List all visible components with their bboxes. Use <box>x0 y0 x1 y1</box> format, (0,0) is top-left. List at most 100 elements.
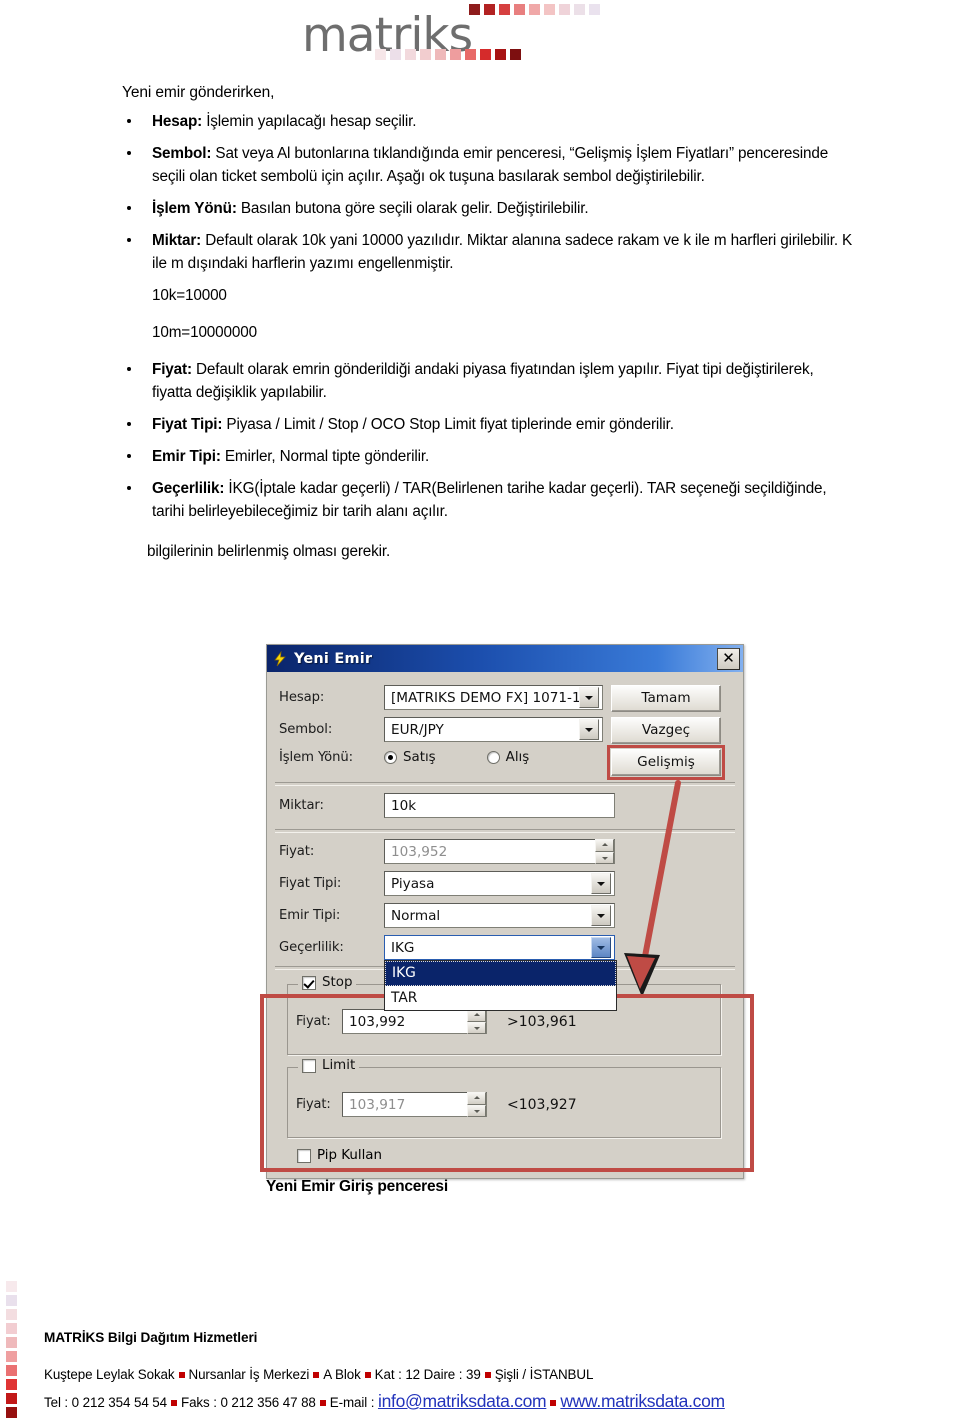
separator-square <box>484 1371 491 1378</box>
advanced-button[interactable]: Gelişmiş <box>607 745 725 780</box>
emir-tipi-value: Normal <box>391 907 441 924</box>
spin-down-icon[interactable] <box>467 1021 486 1034</box>
chevron-down-icon[interactable] <box>579 719 599 740</box>
separator-square <box>313 1371 320 1378</box>
miktar-input[interactable]: 10k <box>384 793 615 818</box>
radio-satis-label: Satış <box>403 750 436 765</box>
bullet-item: Sembol: Sat veya Al butonlarına tıklandı… <box>0 142 960 188</box>
stop-fiyat-row: Fiyat: 103,992 >103,961 <box>296 1009 577 1034</box>
separator-square <box>178 1371 185 1378</box>
address-part: Şişli / İSTANBUL <box>494 1367 594 1382</box>
bullet-term: Sembol: <box>152 145 212 162</box>
dialog-titlebar[interactable]: Yeni Emir ✕ <box>267 645 743 672</box>
emir-tipi-combobox[interactable]: Normal <box>384 903 615 928</box>
miktar-label: Miktar: <box>279 798 324 813</box>
stop-comparison: >103,961 <box>507 1013 577 1030</box>
limit-comparison: <103,927 <box>507 1096 577 1113</box>
pip-kullan-checkbox[interactable] <box>297 1148 311 1163</box>
logo-pixel <box>450 49 461 60</box>
dialog-title: Yeni Emir <box>294 650 373 667</box>
gecerlilik-label: Geçerlilik: <box>279 940 344 955</box>
figure-caption: Yeni Emir Giriş penceresi <box>266 1178 448 1195</box>
dropdown-option[interactable]: IKG <box>385 961 616 986</box>
logo-pixel <box>420 49 431 60</box>
bullet-term: Fiyat Tipi: <box>152 416 223 433</box>
emir-tipi-label: Emir Tipi: <box>279 908 341 923</box>
separator-square <box>319 1399 326 1406</box>
bullet-text: Sat veya Al butonlarına tıklandığında em… <box>152 145 829 185</box>
footer-pixel <box>6 1365 17 1376</box>
footer-address: Kuştepe Leylak Sokak Nursanlar İş Merkezi… <box>44 1367 954 1382</box>
fiyat-spinner[interactable]: 103,952 <box>384 839 615 864</box>
gecerlilik-dropdown-list[interactable]: IKG TAR <box>384 960 617 1011</box>
footer-pixel <box>6 1393 17 1404</box>
logo-pixel <box>510 49 521 60</box>
stop-label: Stop <box>322 975 353 990</box>
radio-satis[interactable] <box>384 751 397 764</box>
chevron-down-icon[interactable] <box>579 687 599 708</box>
limit-spin-buttons[interactable] <box>467 1092 486 1117</box>
bullet-term: Geçerlilik: <box>152 480 225 497</box>
bullet-item: Geçerlilik: İKG(İptale kadar geçerli) / … <box>0 477 960 523</box>
bullet-term: Fiyat: <box>152 361 192 378</box>
stop-spin-buttons[interactable] <box>467 1009 486 1034</box>
ok-button[interactable]: Tamam <box>611 685 721 712</box>
logo-wordmark: matriks <box>302 8 473 63</box>
stop-fiyat-spinner[interactable]: 103,992 <box>342 1009 487 1034</box>
limit-checkbox[interactable] <box>302 1058 316 1073</box>
gecerlilik-value: IKG <box>391 939 415 956</box>
annotation-red-arrow <box>596 775 776 1005</box>
islem-yonu-row: İşlem Yönü: Satış Alış <box>279 750 609 765</box>
bullet-item: Hesap: İşlemin yapılacağı hesap seçilir. <box>0 110 960 133</box>
fiyat-tipi-combobox[interactable]: Piyasa <box>384 871 615 896</box>
gecerlilik-combobox[interactable]: IKG <box>384 935 615 960</box>
stop-fiyat-label: Fiyat: <box>296 1014 331 1029</box>
logo-pixel <box>589 4 600 15</box>
stop-checkbox[interactable] <box>302 975 316 990</box>
footer-pixel <box>6 1337 17 1348</box>
fiyat-value: 103,952 <box>391 843 448 860</box>
footer-faks: Faks : 0 212 356 47 88 <box>180 1395 316 1410</box>
bullet-text: İKG(İptale kadar geçerli) / TAR(Belirlen… <box>152 480 827 520</box>
bullet-list: Hesap: İşlemin yapılacağı hesap seçilir.… <box>0 110 960 532</box>
footer-email-link[interactable]: info@matriksdata.com <box>378 1391 547 1411</box>
bullet-term: Emir Tipi: <box>152 448 221 465</box>
spin-up-icon[interactable] <box>467 1092 486 1105</box>
logo-pixel <box>405 49 416 60</box>
footer-pixel <box>6 1295 17 1306</box>
footer-pixel <box>6 1351 17 1362</box>
footer-pixel <box>6 1407 17 1418</box>
closing-paragraph: bilgilerinin belirlenmiş olması gerekir. <box>147 543 391 560</box>
bullet-text: 10k=10000 <box>152 287 227 304</box>
footer-tel: Tel : 0 212 354 54 54 <box>44 1395 167 1410</box>
fiyat-tipi-label: Fiyat Tipi: <box>279 876 342 891</box>
plain-item: 10k=10000 <box>0 284 960 307</box>
page-footer: MATRİKS Bilgi Dağıtım Hizmetleri Kuştepe… <box>44 1330 954 1412</box>
bullet-text: Basılan butona göre seçili olarak gelir.… <box>236 200 589 217</box>
limit-fiyat-row: Fiyat: 103,917 <103,927 <box>296 1092 577 1117</box>
sembol-label: Sembol: <box>279 722 333 737</box>
dropdown-option[interactable]: TAR <box>385 986 616 1010</box>
footer-pixel <box>6 1309 17 1320</box>
bullet-item: Fiyat: Default olarak emrin gönderildiği… <box>0 358 960 404</box>
close-icon[interactable]: ✕ <box>717 648 740 670</box>
spin-down-icon[interactable] <box>467 1104 486 1117</box>
pip-kullan-row[interactable]: Pip Kullan <box>297 1148 382 1163</box>
cancel-button[interactable]: Vazgeç <box>611 717 721 744</box>
radio-alis-label: Alış <box>505 750 530 765</box>
footer-company: MATRİKS Bilgi Dağıtım Hizmetleri <box>44 1330 258 1345</box>
logo-pixel <box>514 4 525 15</box>
separator-square <box>550 1399 557 1406</box>
bullet-text: Emirler, Normal tipte gönderilir. <box>220 448 430 465</box>
limit-fiyat-spinner[interactable]: 103,917 <box>342 1092 487 1117</box>
address-part: Kat : 12 Daire : 39 <box>374 1367 481 1382</box>
sembol-combobox[interactable]: EUR/JPY <box>384 717 603 742</box>
lightning-bolt-icon <box>272 650 288 667</box>
footer-pixel <box>6 1323 17 1334</box>
radio-alis[interactable] <box>486 751 500 764</box>
hesap-combobox[interactable]: [MATRIKS DEMO FX] 1071-10: <box>384 685 603 710</box>
footer-email-label: E-mail : <box>329 1395 378 1410</box>
logo-pixel <box>469 4 480 15</box>
footer-side-pixels <box>6 1281 26 1421</box>
footer-web-link[interactable]: www.matriksdata.com <box>560 1391 725 1411</box>
